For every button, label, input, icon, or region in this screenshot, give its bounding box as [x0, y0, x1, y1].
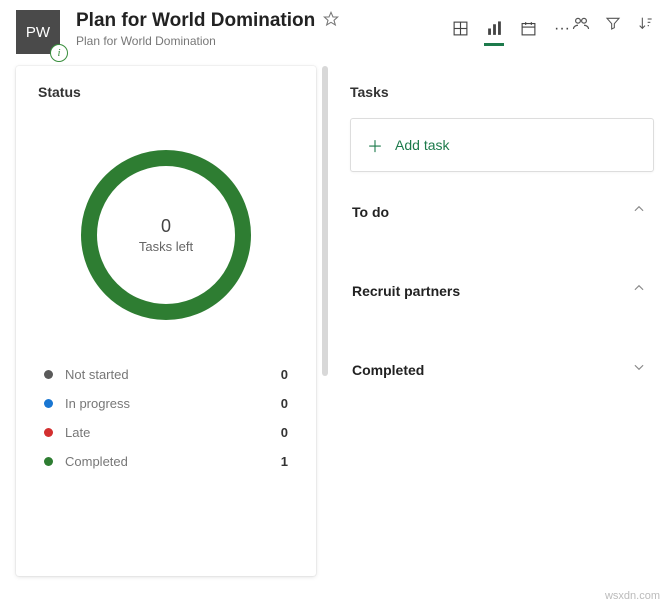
filter-icon[interactable] — [604, 14, 622, 32]
legend-value: 1 — [281, 454, 288, 469]
add-task-button[interactable]: ＋ Add task — [350, 118, 654, 172]
bucket-label: To do — [352, 204, 389, 220]
tasks-left-label: Tasks left — [139, 239, 193, 254]
bucket-label: Completed — [352, 362, 424, 378]
add-task-label: Add task — [395, 137, 449, 153]
legend-row: In progress 0 — [44, 389, 288, 418]
chart-view-icon[interactable] — [484, 14, 504, 46]
swatch-late — [44, 428, 53, 437]
status-card: Status 0 Tasks left Not started 0 In pro… — [16, 66, 316, 576]
plus-icon: ＋ — [367, 133, 383, 157]
swatch-completed — [44, 457, 53, 466]
schedule-view-icon[interactable] — [518, 14, 538, 46]
legend-value: 0 — [281, 367, 288, 382]
legend-value: 0 — [281, 425, 288, 440]
chevron-up-icon — [632, 202, 646, 221]
title-block: Plan for World Domination Plan for World… — [76, 10, 430, 48]
legend-label: Not started — [65, 367, 281, 382]
bucket-completed[interactable]: Completed — [350, 330, 654, 409]
members-icon[interactable] — [572, 14, 590, 32]
avatar-initials: PW — [26, 24, 50, 41]
donut-ring: 0 Tasks left — [81, 150, 251, 320]
info-icon[interactable]: i — [50, 44, 68, 62]
swatch-not-started — [44, 370, 53, 379]
view-toolbar: ··· — [450, 14, 572, 46]
watermark: wsxdn.com — [605, 590, 660, 602]
board-view-icon[interactable] — [450, 14, 470, 46]
legend-label: Completed — [65, 454, 281, 469]
status-title: Status — [16, 84, 316, 110]
tasks-title: Tasks — [350, 84, 654, 100]
status-legend: Not started 0 In progress 0 Late 0 Compl… — [16, 350, 316, 476]
more-views-icon[interactable]: ··· — [552, 14, 572, 46]
legend-row: Not started 0 — [44, 360, 288, 389]
bucket-todo[interactable]: To do — [350, 172, 654, 251]
sort-icon[interactable] — [636, 14, 654, 32]
scrollbar[interactable] — [322, 66, 328, 376]
plan-subtitle: Plan for World Domination — [76, 34, 430, 48]
legend-row: Late 0 — [44, 418, 288, 447]
scroll-gutter — [316, 66, 334, 604]
favorite-star-icon[interactable] — [323, 11, 339, 32]
page-header: PW i Plan for World Domination Plan for … — [0, 0, 670, 66]
chevron-up-icon — [632, 281, 646, 300]
tasks-left-value: 0 — [161, 216, 171, 237]
swatch-in-progress — [44, 399, 53, 408]
legend-label: Late — [65, 425, 281, 440]
legend-label: In progress — [65, 396, 281, 411]
plan-avatar[interactable]: PW i — [16, 10, 60, 54]
legend-row: Completed 1 — [44, 447, 288, 476]
chevron-down-icon — [632, 360, 646, 379]
plan-title: Plan for World Domination — [76, 10, 315, 32]
tasks-panel: Tasks ＋ Add task To do Recruit partners … — [334, 66, 654, 604]
bucket-label: Recruit partners — [352, 283, 460, 299]
toolbar-right — [572, 14, 654, 32]
bucket-recruit[interactable]: Recruit partners — [350, 251, 654, 330]
legend-value: 0 — [281, 396, 288, 411]
content-area: Status 0 Tasks left Not started 0 In pro… — [0, 66, 670, 604]
donut-chart: 0 Tasks left — [16, 110, 316, 350]
